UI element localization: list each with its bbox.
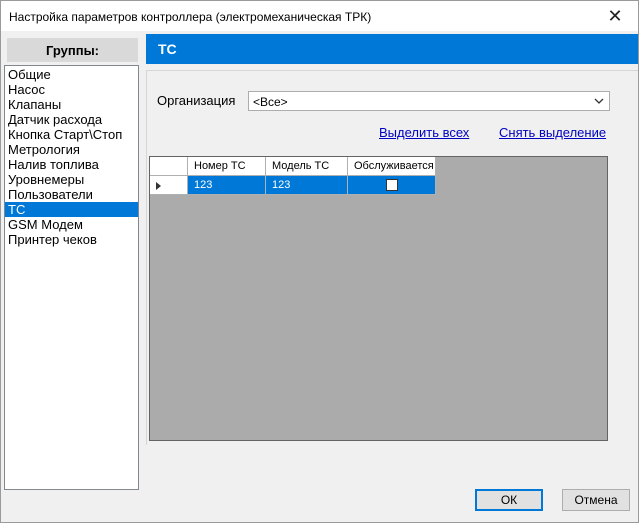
cancel-button[interactable]: Отмена (562, 489, 630, 511)
ok-button[interactable]: ОК (475, 489, 543, 511)
column-header-model[interactable]: Модель ТС (266, 157, 348, 176)
table-row[interactable]: 123 123 (150, 176, 436, 195)
group-item-fuel-dispensing[interactable]: Налив топлива (5, 157, 138, 172)
current-row-arrow-icon (156, 182, 161, 190)
organization-label: Организация (157, 93, 236, 108)
title-bar: Настройка параметров контроллера (электр… (1, 1, 638, 31)
column-header-number[interactable]: Номер ТС (188, 157, 266, 176)
group-item-valves[interactable]: Клапаны (5, 97, 138, 112)
group-item-pump[interactable]: Насос (5, 82, 138, 97)
select-all-link[interactable]: Выделить всех (379, 125, 469, 140)
row-selector[interactable] (150, 176, 188, 195)
group-item-flow-sensor[interactable]: Датчик расхода (5, 112, 138, 127)
groups-header: Группы: (7, 38, 138, 62)
window-title: Настройка параметров контроллера (электр… (9, 10, 372, 24)
grid-header: Номер ТС Модель ТС Обслуживается (150, 157, 436, 176)
group-item-vehicles[interactable]: ТС (5, 202, 138, 217)
group-item-metrology[interactable]: Метрология (5, 142, 138, 157)
vehicles-grid[interactable]: Номер ТС Модель ТС Обслуживается 123 123 (149, 156, 608, 441)
group-item-general[interactable]: Общие (5, 67, 138, 82)
group-item-level-gauges[interactable]: Уровнемеры (5, 172, 138, 187)
group-item-users[interactable]: Пользователи (5, 187, 138, 202)
close-icon: ✕ (607, 5, 623, 26)
cell-number[interactable]: 123 (188, 176, 266, 195)
section-header: ТС (146, 34, 638, 64)
column-header-serviced[interactable]: Обслуживается (348, 157, 436, 176)
groups-list[interactable]: Общие Насос Клапаны Датчик расхода Кнопк… (4, 65, 139, 490)
organization-select-value: <Все> (253, 95, 288, 109)
chevron-down-icon (594, 98, 604, 104)
group-item-receipt-printer[interactable]: Принтер чеков (5, 232, 138, 247)
close-button[interactable]: ✕ (592, 1, 638, 31)
section-title: ТС (158, 41, 177, 57)
organization-select[interactable]: <Все> (248, 91, 610, 111)
deselect-link[interactable]: Снять выделение (499, 125, 606, 140)
group-item-gsm-modem[interactable]: GSM Модем (5, 217, 138, 232)
group-item-start-stop-button[interactable]: Кнопка Старт\Стоп (5, 127, 138, 142)
serviced-checkbox[interactable] (385, 179, 398, 191)
row-header-corner (150, 157, 188, 176)
cell-serviced[interactable] (348, 176, 436, 195)
cell-model[interactable]: 123 (266, 176, 348, 195)
